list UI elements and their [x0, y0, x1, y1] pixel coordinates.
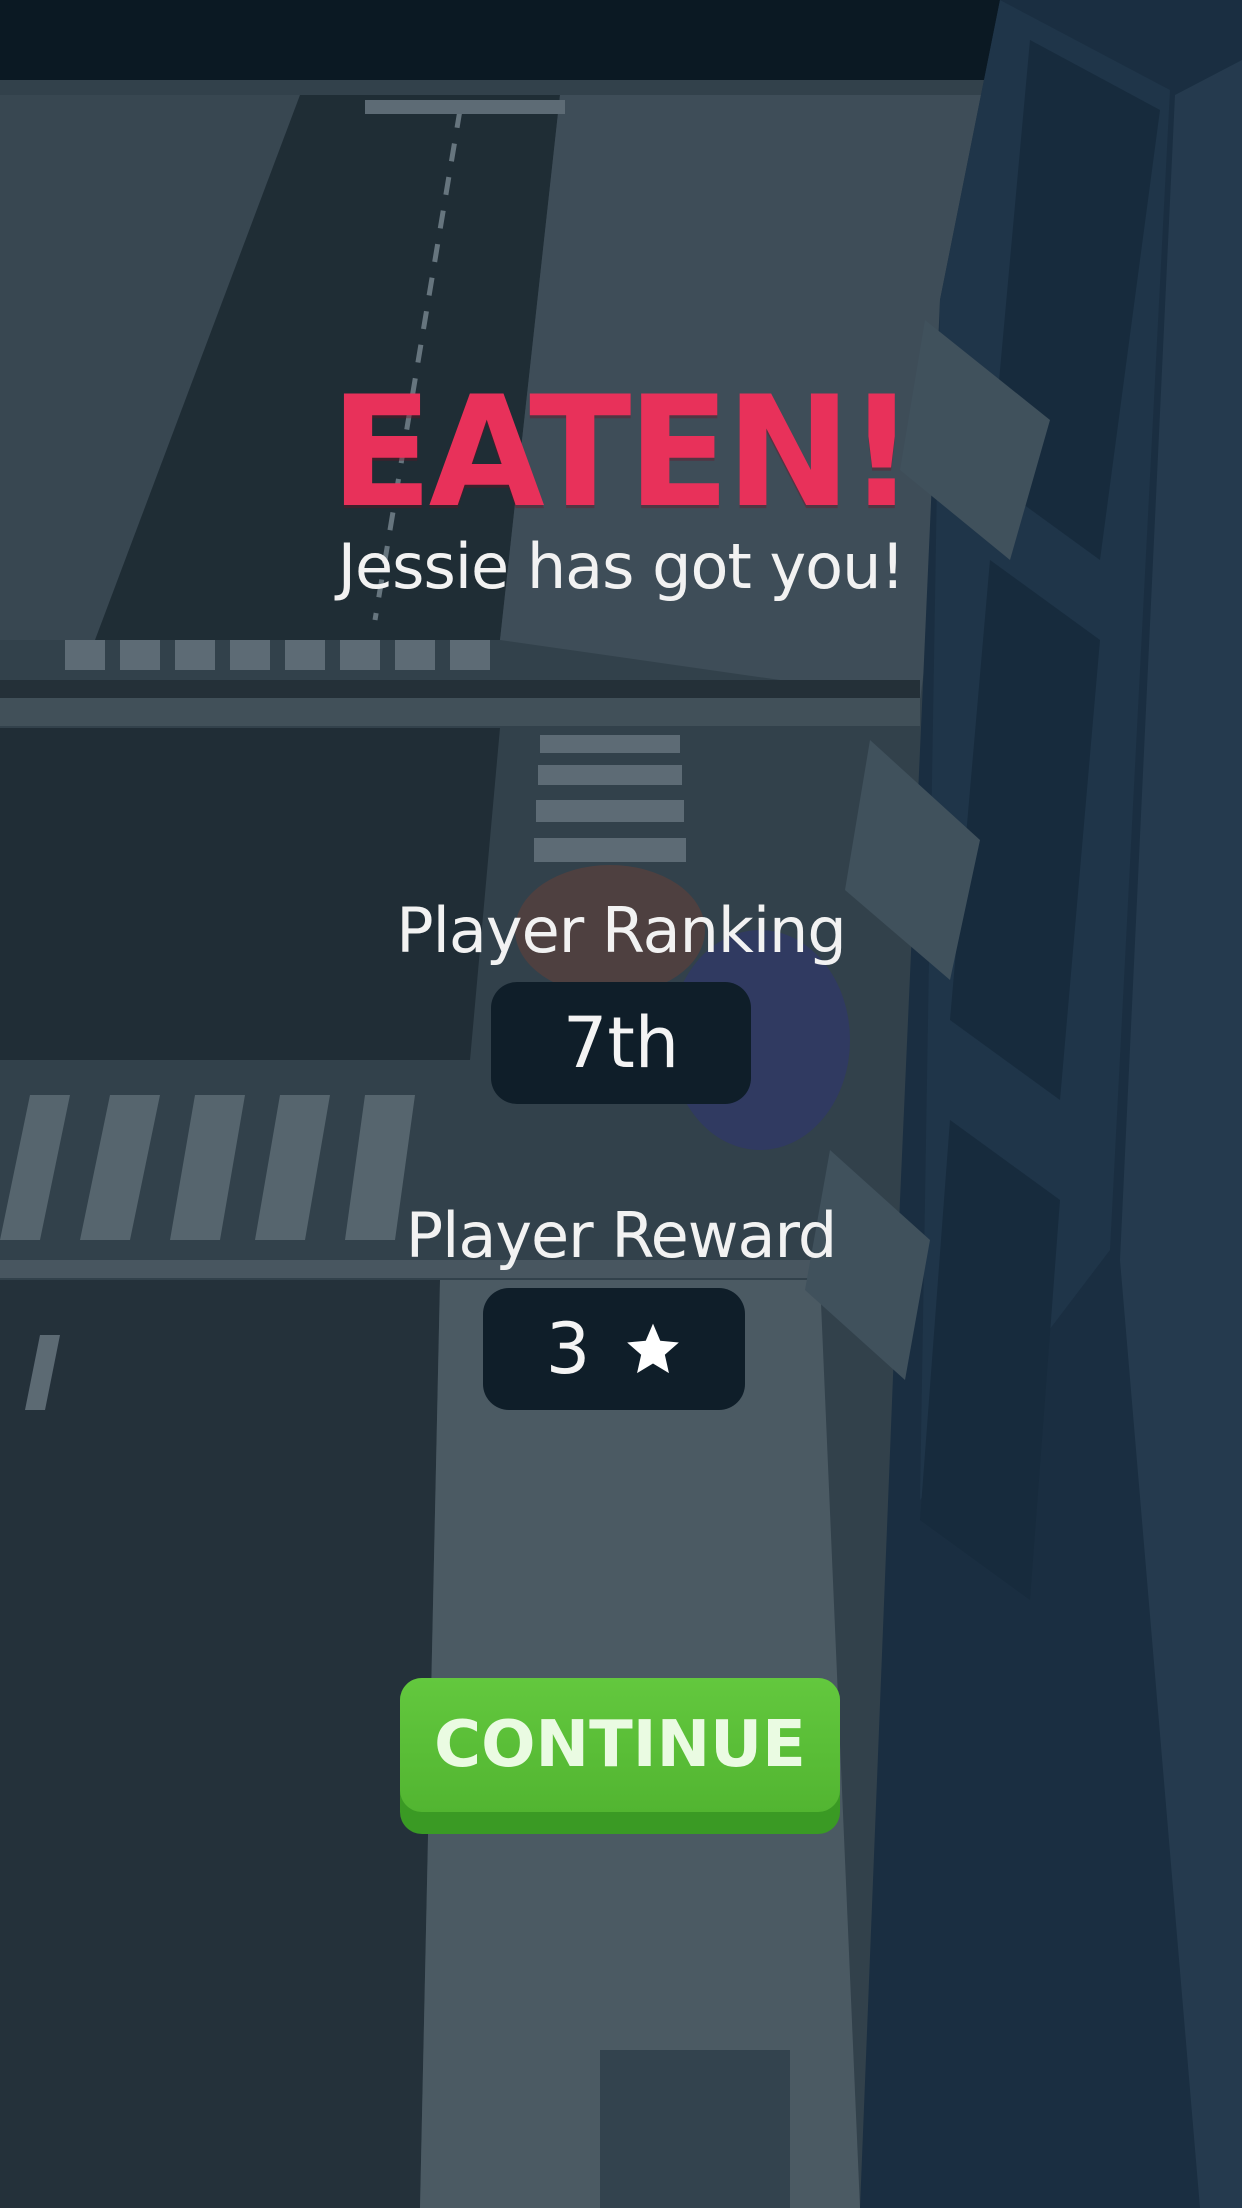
game-screen: EATEN! Jessie has got you! Player Rankin… — [0, 0, 1242, 2208]
continue-button[interactable]: CONTINUE — [400, 1678, 840, 1834]
reward-badge: 3 — [483, 1288, 745, 1410]
reward-label: Player Reward — [405, 1199, 838, 1272]
game-over-overlay: EATEN! Jessie has got you! Player Rankin… — [0, 0, 1242, 2208]
result-subtitle: Jessie has got you! — [337, 530, 906, 603]
continue-button-label: CONTINUE — [400, 1678, 840, 1812]
reward-value: 3 — [545, 1308, 591, 1390]
ranking-label: Player Ranking — [396, 894, 846, 967]
result-title: EATEN! — [330, 364, 916, 542]
ranking-value: 7th — [562, 1002, 680, 1084]
ranking-badge: 7th — [491, 982, 751, 1104]
star-icon — [627, 1323, 680, 1374]
